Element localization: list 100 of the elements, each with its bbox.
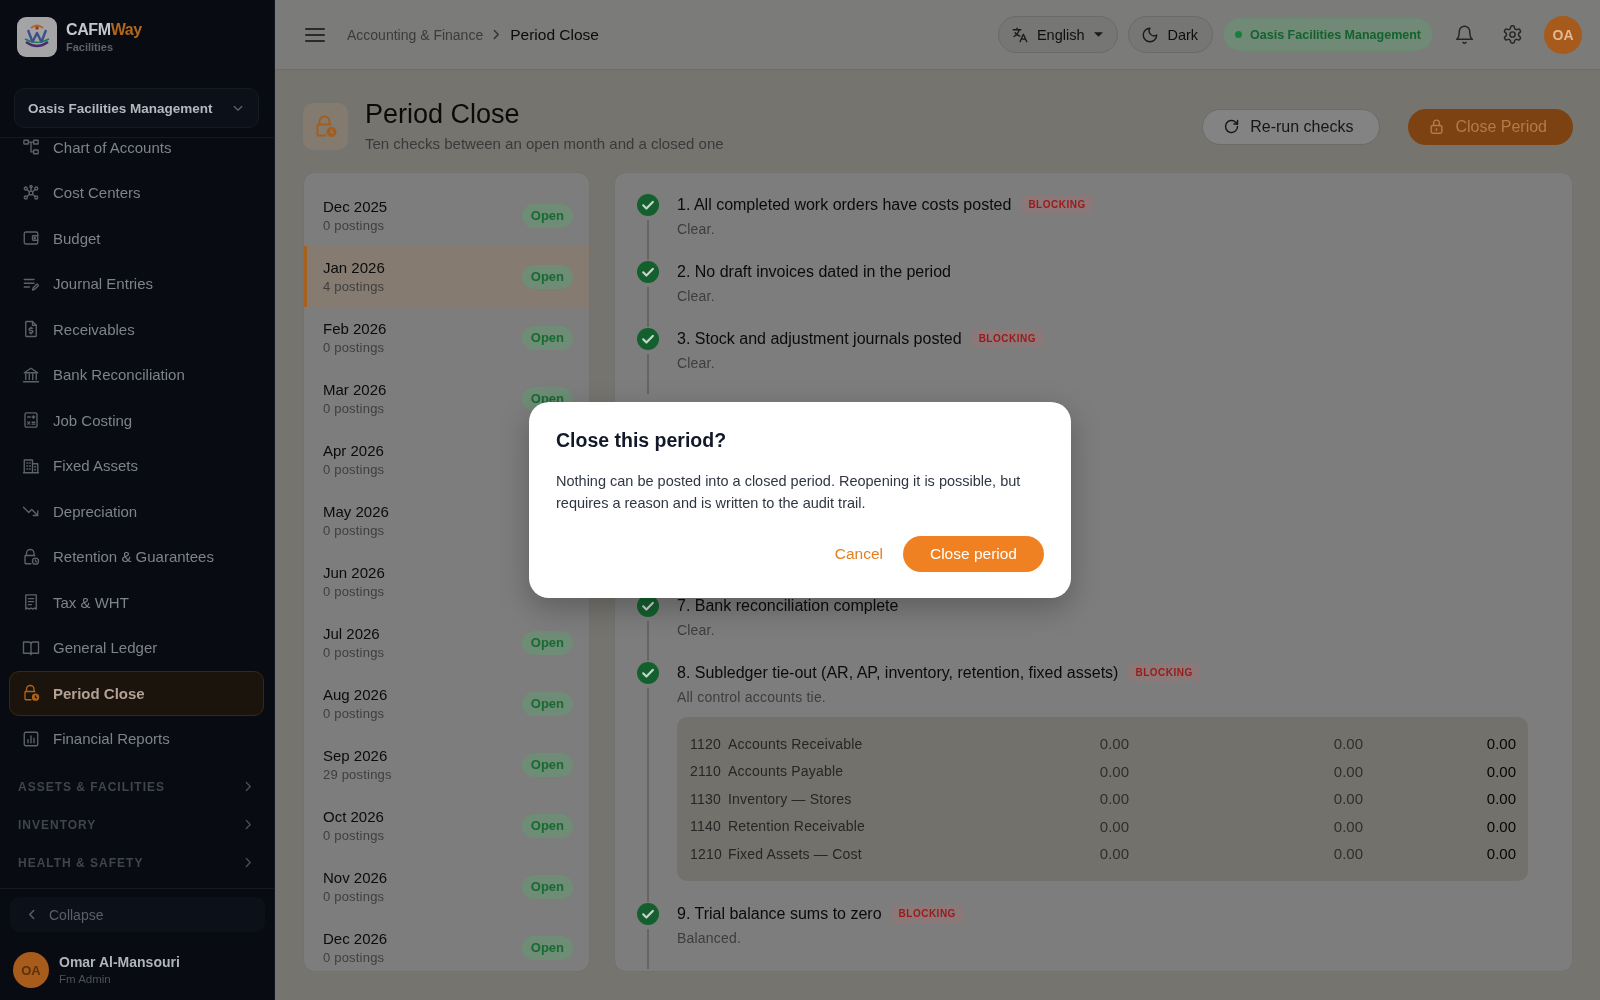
- status-badge: Open: [521, 874, 573, 899]
- amount-cell: 0.00: [1333, 790, 1363, 808]
- amount-cell: 0.00: [1333, 762, 1363, 780]
- moon-icon: [1141, 25, 1160, 44]
- user-avatar[interactable]: OA: [1544, 15, 1582, 54]
- hierarchy-icon: [22, 138, 40, 157]
- organization-selector[interactable]: Oasis Facilities Management: [14, 88, 259, 128]
- period-item[interactable]: Dec 2025 0 postings Open: [304, 185, 589, 246]
- theme-toggle[interactable]: Dark: [1128, 16, 1214, 53]
- period-month: Nov 2026: [323, 867, 388, 888]
- posting-count: 4 postings: [323, 277, 385, 296]
- nav-item[interactable]: Journal Entries: [9, 261, 264, 307]
- posting-count: 0 postings: [323, 582, 385, 601]
- receipt-icon: [22, 593, 40, 612]
- dialog-message: Nothing can be posted into a closed period. Reopening it is possible, but requires a reason and is written to the audit trail.: [556, 472, 1022, 513]
- account-name: Accounts Receivable: [728, 735, 863, 752]
- breadcrumb-current: Period Close: [510, 25, 599, 44]
- account-name: Retention Receivable: [728, 818, 866, 835]
- user-name: Omar Al-Mansouri: [59, 953, 180, 971]
- amount-cell: 0.00: [1486, 817, 1516, 835]
- brand-tagline: Facilities: [66, 39, 115, 55]
- nav-item[interactable]: Retention & Guarantees: [9, 534, 264, 580]
- account-code: 1130: [690, 790, 722, 807]
- amount-cell: 0.00: [1333, 845, 1363, 863]
- nav-item[interactable]: Tax & WHT: [9, 579, 264, 625]
- period-item[interactable]: Dec 2026 0 postings Open: [304, 917, 589, 971]
- period-item[interactable]: Jan 2026 4 postings Open: [304, 246, 589, 307]
- period-item[interactable]: Jul 2026 0 postings Open: [304, 612, 589, 673]
- collapse-button[interactable]: Collapse: [10, 897, 265, 932]
- nav-item[interactable]: Fixed Assets: [9, 443, 264, 489]
- period-month: Jul 2026: [323, 623, 381, 644]
- lock-clock-icon: [303, 103, 348, 150]
- period-item[interactable]: Nov 2026 0 postings Open: [304, 856, 589, 917]
- blocking-badge: BLOCKING: [971, 330, 1043, 348]
- account-name: Accounts Payable: [728, 763, 844, 780]
- period-month: Apr 2026: [323, 440, 385, 461]
- book-icon: [22, 638, 40, 657]
- period-item[interactable]: Oct 2026 0 postings Open: [304, 795, 589, 856]
- period-month: Aug 2026: [323, 684, 388, 705]
- period-item[interactable]: Feb 2026 0 postings Open: [304, 307, 589, 368]
- period-item[interactable]: Sep 2026 29 postings Open: [304, 734, 589, 795]
- amount-cell: 0.00: [1099, 790, 1129, 808]
- posting-count: 0 postings: [323, 887, 386, 906]
- period-month: May 2026: [323, 501, 389, 522]
- status-badge: Open: [521, 813, 573, 838]
- lock-clock-icon: [22, 547, 40, 566]
- confirm-button[interactable]: Close period: [902, 536, 1044, 572]
- check-result: Clear.: [677, 220, 716, 239]
- posting-count: 29 postings: [323, 765, 392, 784]
- nav-item[interactable]: Cost Centers: [9, 170, 264, 216]
- nav-item[interactable]: Financial Reports: [9, 716, 264, 762]
- language-selector[interactable]: English: [997, 16, 1119, 53]
- nav-item[interactable]: Chart of Accounts: [9, 138, 264, 170]
- nav-item[interactable]: Receivables: [9, 306, 264, 352]
- nav-item[interactable]: Period Close: [9, 670, 264, 716]
- amount-cell: 0.00: [1486, 790, 1516, 808]
- amount-cell: 0.00: [1099, 845, 1129, 863]
- menu-icon[interactable]: [305, 27, 325, 42]
- status-badge: Open: [521, 264, 573, 289]
- account-code: 2110: [690, 763, 722, 780]
- amount-cell: 0.00: [1333, 817, 1363, 835]
- bell-icon[interactable]: [1454, 24, 1475, 45]
- check-title: 3. Stock and adjustment journals posted: [677, 330, 962, 348]
- status-badge: Open: [521, 752, 573, 777]
- nav-item[interactable]: Depreciation: [9, 488, 264, 534]
- posting-count: 0 postings: [323, 948, 386, 967]
- organization-badge: Oasis Facilities Management: [1223, 18, 1433, 51]
- nav-item[interactable]: General Ledger: [9, 625, 264, 671]
- account-name: Inventory — Stores: [728, 790, 852, 807]
- action-button[interactable]: Re-run checks: [1202, 108, 1381, 145]
- amount-cell: 0.00: [1099, 762, 1129, 780]
- building-icon: [22, 456, 40, 475]
- status-badge: Open: [521, 630, 573, 655]
- period-item[interactable]: Aug 2026 0 postings Open: [304, 673, 589, 734]
- check-result: Clear.: [677, 621, 716, 640]
- check-title: 1. All completed work orders have costs posted: [677, 196, 1012, 214]
- period-month: Jun 2026: [323, 562, 385, 583]
- posting-count: 0 postings: [323, 460, 385, 479]
- amount-cell: 0.00: [1486, 762, 1516, 780]
- nav-item[interactable]: Job Costing: [9, 397, 264, 443]
- breadcrumb-link[interactable]: Accounting & Finance: [347, 26, 484, 43]
- settings-icon[interactable]: [1502, 24, 1523, 45]
- cancel-button[interactable]: Cancel: [820, 536, 897, 572]
- status-dot-icon: [1235, 31, 1243, 38]
- amount-cell: 0.00: [1099, 817, 1129, 835]
- bank-icon: [22, 365, 40, 384]
- check-title: 2. No draft invoices dated in the period: [677, 263, 951, 281]
- lock-clock-icon: [22, 684, 40, 703]
- chevron-left-icon: [28, 909, 35, 920]
- posting-count: 0 postings: [323, 338, 386, 357]
- network-icon: [22, 183, 40, 202]
- translate-icon: [1010, 25, 1029, 44]
- account-code: 1140: [690, 818, 722, 835]
- amount-cell: 0.00: [1099, 735, 1129, 753]
- status-badge: Open: [521, 203, 573, 228]
- period-month: Mar 2026: [323, 379, 387, 400]
- nav-item[interactable]: Bank Reconciliation: [9, 352, 264, 398]
- check-title: 9. Trial balance sums to zero: [677, 904, 882, 923]
- nav-item[interactable]: Budget: [9, 215, 264, 261]
- user-role: Fm Admin: [59, 972, 112, 987]
